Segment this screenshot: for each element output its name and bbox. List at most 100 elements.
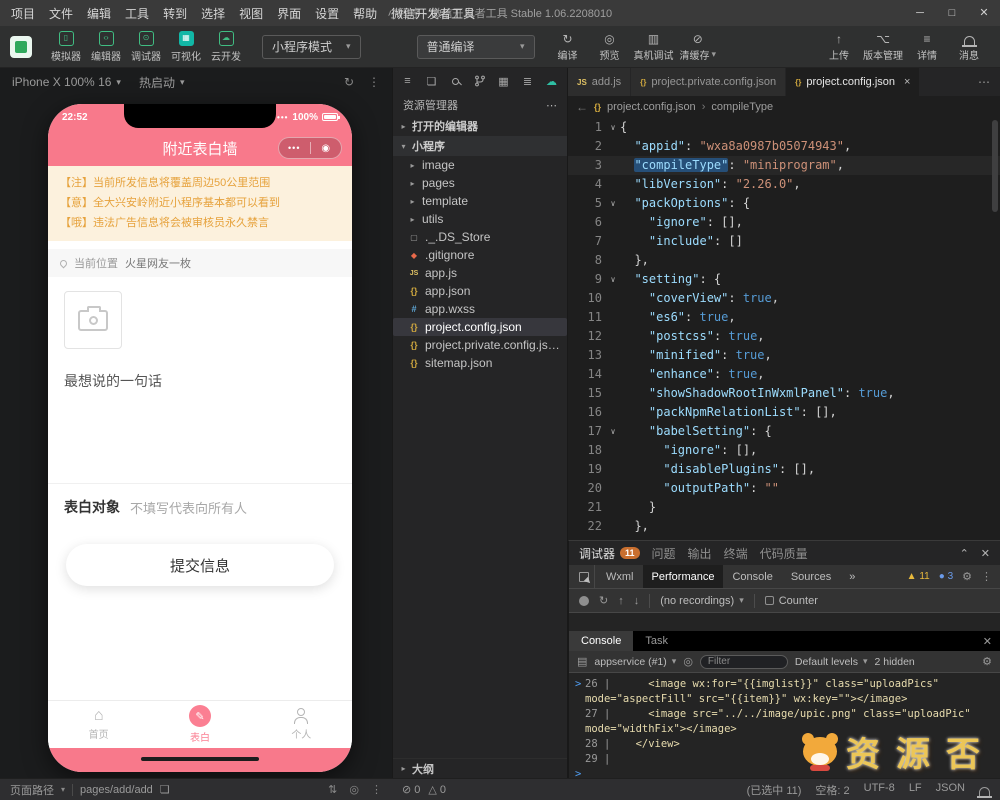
git-branch-icon[interactable] [473, 75, 486, 88]
outline-section[interactable]: ▸ 大纲 [393, 758, 567, 778]
tabbar-item[interactable]: ✎ 表白 [149, 701, 250, 748]
record-button[interactable] [579, 595, 589, 606]
fold-icon[interactable]: ∨ [606, 270, 620, 289]
problems-indicator[interactable]: ⊘ 0 △ 0 [392, 783, 568, 797]
console-tab[interactable]: Task [633, 631, 680, 651]
code-line[interactable]: 17 ∨ "babelSetting": { [568, 422, 1000, 441]
menu-item[interactable]: 转到 [156, 5, 194, 22]
rotate-icon[interactable]: ↻ [344, 75, 354, 89]
counter-checkbox[interactable]: Counter [764, 595, 818, 607]
tree-item[interactable]: {} app.json [393, 282, 567, 300]
code-line[interactable]: 6 "ignore": [], [568, 213, 1000, 232]
submit-button[interactable]: 提交信息 [66, 544, 334, 587]
kebab-menu-icon[interactable]: ⋮ [371, 783, 382, 796]
kebab-menu-icon[interactable]: ⋮ [981, 570, 992, 583]
statusbar-item[interactable]: JSON [936, 782, 965, 798]
toolbar-action-button[interactable]: ⊘ 清缓存 ▾ [677, 31, 720, 63]
recordings-select[interactable]: (no recordings) ▾ [660, 595, 744, 607]
code-line[interactable]: 12 "postcss": true, [568, 327, 1000, 346]
close-button[interactable]: ✕ [968, 0, 1000, 26]
explorer-more-icon[interactable]: ⋯ [546, 99, 557, 112]
notifications-bell-icon[interactable] [977, 786, 992, 798]
toolbar-action-button[interactable]: ▥ 真机调试 [631, 31, 677, 63]
console-tab[interactable]: Console [569, 631, 634, 651]
target-input[interactable]: 不填写代表向所有人 [130, 498, 247, 517]
mode-select[interactable]: 小程序模式 ▾ [262, 34, 361, 59]
toolbar-button[interactable]: ⊙ 调试器 [126, 30, 166, 63]
menu-item[interactable]: 文件 [42, 5, 80, 22]
menu-item[interactable]: 项目 [4, 5, 42, 22]
device-select[interactable]: iPhone X 100% 16 ▾ [12, 75, 121, 89]
editor-tab[interactable]: JS add.js [568, 68, 632, 96]
code-line[interactable]: 15 "showShadowRootInWxmlPanel": true, [568, 384, 1000, 403]
devtools-tab[interactable]: Performance [642, 565, 724, 588]
save-profile-icon[interactable]: ↓ [634, 595, 640, 607]
minimize-button[interactable]: ─ [904, 0, 936, 26]
restart-mode-select[interactable]: 热启动 ▾ [139, 74, 185, 91]
tabbar-item[interactable]: 个人 [251, 701, 352, 748]
code-line[interactable]: 11 "es6": true, [568, 308, 1000, 327]
debugger-tab[interactable]: 终端 [724, 545, 748, 562]
console-settings-icon[interactable]: ⚙ [982, 655, 992, 668]
tree-item[interactable]: # app.wxss [393, 300, 567, 318]
menu-item[interactable]: 帮助 [346, 5, 384, 22]
console-sidebar-icon[interactable]: ▤ [577, 655, 587, 668]
list-icon[interactable]: ≣ [521, 75, 534, 88]
code-line[interactable]: 2 "appid": "wxa8a0987b05074943", [568, 137, 1000, 156]
debugger-tab[interactable]: 输出 [688, 545, 712, 562]
debugger-tab[interactable]: 代码质量 [760, 545, 808, 562]
tree-item[interactable]: ▸ image [393, 156, 567, 174]
code-line[interactable]: 8 }, [568, 251, 1000, 270]
fold-icon[interactable]: ∨ [606, 422, 620, 441]
tabs-more-icon[interactable]: ⋯ [968, 68, 1000, 96]
capsule-menu[interactable]: ••• ◉ [278, 137, 342, 159]
close-tab-icon[interactable]: × [904, 76, 910, 88]
tree-item[interactable]: ▸ template [393, 192, 567, 210]
editor-tab[interactable]: {} project.private.config.json [631, 68, 787, 96]
console-output[interactable]: >26 | <image wx:for="{{imglist}}" class=… [569, 673, 1000, 778]
files-icon[interactable]: ❏ [425, 75, 438, 88]
code-line[interactable]: 10 "coverView": true, [568, 289, 1000, 308]
toolbar-action-button[interactable]: ↻ 编译 [547, 31, 589, 63]
more-icon[interactable]: ⋮ [368, 75, 380, 89]
code-line[interactable]: 16 "packNpmRelationList": [], [568, 403, 1000, 422]
context-select[interactable]: appservice (#1) ▾ [594, 656, 676, 668]
code-line[interactable]: 20 "outputPath": "" [568, 479, 1000, 498]
extensions-icon[interactable]: ▦ [497, 75, 510, 88]
tree-item[interactable]: JS app.js [393, 264, 567, 282]
code-line[interactable]: 5 ∨ "packOptions": { [568, 194, 1000, 213]
devtools-tab[interactable]: Wxml [597, 565, 643, 588]
devtools-tab[interactable]: Sources [782, 565, 840, 588]
tabbar-item[interactable]: ⌂ 首页 [48, 701, 149, 748]
eye-icon[interactable]: ◎ [683, 655, 693, 668]
menu-item[interactable]: 工具 [118, 5, 156, 22]
toolbar-action-button[interactable]: ≡ 详情 [906, 31, 948, 63]
statusbar-item[interactable]: (已选中 11) [747, 782, 802, 798]
scrollbar-thumb[interactable] [992, 120, 998, 212]
code-line[interactable]: 4 "libVersion": "2.26.0", [568, 175, 1000, 194]
message-input[interactable]: 最想说的一句话 [64, 371, 336, 483]
reload-icon[interactable]: ↻ [599, 594, 608, 607]
load-profile-icon[interactable]: ↑ [618, 595, 624, 607]
page-path-label[interactable]: 页面路径 [10, 782, 54, 798]
target-icon[interactable]: ◎ [349, 783, 359, 796]
tree-item[interactable]: ▸ pages [393, 174, 567, 192]
search-icon[interactable] [449, 75, 462, 88]
code-line[interactable]: 21 } [568, 498, 1000, 517]
more-dots-icon[interactable]: ••• [279, 143, 310, 153]
toolbar-button[interactable]: ▯ 模拟器 [46, 30, 86, 63]
code-line[interactable]: 19 "disablePlugins": [], [568, 460, 1000, 479]
menu-item[interactable]: 选择 [194, 5, 232, 22]
code-editor[interactable]: 1 ∨{2 "appid": "wxa8a0987b05074943", 3 "co… [568, 118, 1000, 539]
levels-select[interactable]: Default levels ▾ [795, 656, 868, 668]
editor-scrollbar[interactable] [990, 118, 1000, 539]
compile-select[interactable]: 普通编译 ▾ [416, 34, 535, 59]
devtools-tab[interactable]: » [840, 565, 864, 588]
info-count-badge[interactable]: ● 3 [939, 571, 953, 582]
code-line[interactable]: 7 "include": [] [568, 232, 1000, 251]
menu-item[interactable]: 设置 [308, 5, 346, 22]
toolbar-button[interactable]: ▦ 可视化 [166, 30, 206, 63]
page-path-value[interactable]: pages/add/add [80, 784, 153, 796]
warning-count-badge[interactable]: ▲ 11 [907, 571, 930, 582]
close-panel-icon[interactable]: ✕ [981, 547, 990, 560]
